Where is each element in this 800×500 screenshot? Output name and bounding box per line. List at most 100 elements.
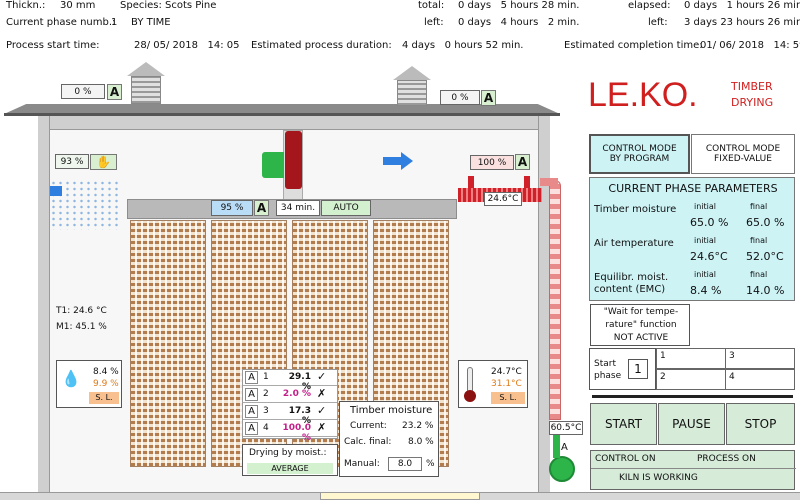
phase-params-title: CURRENT PHASE PARAMETERS (608, 182, 778, 195)
duration-value: 4 days 0 hours 52 min. (402, 40, 524, 51)
phase-params-panel: CURRENT PHASE PARAMETERS Timber moisture… (589, 177, 795, 301)
probe-status-icon: ✓ (317, 370, 327, 383)
status-kiln: KILN IS WORKING (619, 473, 698, 483)
start-phase-input[interactable]: 1 (628, 359, 648, 379)
fan-time-readout: 34 min. (276, 200, 320, 216)
vent-chimney-1 (127, 62, 165, 104)
start-button[interactable]: START (590, 403, 657, 445)
spray-value: 93 % (60, 156, 84, 167)
heater-readout: 100 % (470, 155, 514, 170)
stop-button[interactable]: STOP (726, 403, 795, 445)
wait-line-3: NOT ACTIVE (613, 333, 669, 343)
calc-final-value: 8.0 % (408, 437, 434, 447)
heating-pipe (549, 180, 561, 420)
kiln-ceiling (50, 116, 538, 130)
temp-current: 24.7°C (491, 367, 522, 377)
fan-motor (285, 131, 302, 189)
status-panel: CONTROL ON PROCESS ON KILN IS WORKING (590, 450, 796, 490)
vent2-mode-button[interactable]: A (481, 90, 496, 106)
start-time-value: 28/ 05/ 2018 14: 05 (134, 40, 240, 51)
fan-value: 95 % (220, 203, 244, 213)
bottom-tab-active[interactable] (320, 492, 480, 500)
thickness-value: 30 mm (60, 0, 96, 11)
drying-mode-button[interactable]: AVERAGE (247, 463, 333, 474)
probe-mode-button[interactable]: A (245, 371, 258, 384)
vent-chimney-2 (393, 66, 431, 106)
param-final-label: final (750, 236, 768, 245)
water-drops-icon: 💧 (61, 369, 81, 388)
pump-mode-label: A (561, 442, 568, 453)
pause-button[interactable]: PAUSE (658, 403, 725, 445)
temp-sl-button[interactable]: S. L. (491, 392, 525, 404)
probe-value: 100.0 % (282, 423, 311, 443)
current-value: 23.2 % (402, 421, 434, 431)
param-row: Air temperature initial final 24.6°C 52.… (590, 236, 796, 268)
completion-label: Estimated completion time: (564, 40, 703, 51)
control-mode-fixed-button[interactable]: CONTROL MODE FIXED-VALUE (691, 134, 795, 174)
param-initial-value: 24.6°C (690, 250, 728, 263)
elapsed-value: 0 days 1 hours 26 min. (684, 0, 800, 11)
start-time-label: Process start time: (6, 40, 100, 51)
left-remaining-value: 3 days 23 hours 26 min. (684, 17, 800, 28)
probe-status-icon: ✗ (317, 387, 327, 400)
probe-number: 2 (263, 389, 269, 399)
humidity-setpoint: 9.9 % (93, 379, 119, 389)
control-mode-program-button[interactable]: CONTROL MODE BY PROGRAM (589, 134, 690, 174)
phase-cell-3[interactable]: 3 (725, 348, 795, 369)
param-row: Timber moisture initial final 65.0 % 65.… (590, 202, 796, 234)
vent1-mode-button[interactable]: A (107, 84, 122, 100)
phase-cell-1[interactable]: 1 (656, 348, 726, 369)
heater-mode-button[interactable]: A (515, 154, 530, 170)
param-final-value: 65.0 % (746, 216, 785, 229)
current-label: Current: (350, 421, 387, 431)
humidity-panel: 💧 8.4 % 9.9 % S. L. (56, 360, 122, 408)
param-initial-label: initial (694, 202, 716, 211)
probe-row: A 1 29.1 % ✓ (243, 370, 337, 392)
manual-input[interactable]: 8.0 (388, 457, 422, 471)
kiln-wall-left (38, 116, 50, 496)
duration-label: Estimated process duration: (251, 40, 392, 51)
pump-icon (549, 456, 575, 482)
phase-label: Current phase numb.: (6, 17, 116, 28)
probe-mode-button[interactable]: A (245, 388, 258, 401)
param-final-value: 14.0 % (746, 284, 785, 297)
param-label: Air temperature (594, 238, 674, 249)
probe-status-icon: ✓ (317, 404, 327, 417)
fan-time-value: 34 min. (280, 203, 316, 213)
phase-value: 1 (111, 17, 118, 28)
fan-auto-label: AUTO (333, 203, 359, 213)
vent1-readout: 0 % (61, 84, 105, 99)
fan-auto-button[interactable]: AUTO (321, 200, 371, 216)
fan-mode-button[interactable]: A (254, 200, 269, 216)
wait-line-1: "Wait for tempe- (603, 307, 679, 317)
vent1-value: 0 % (74, 86, 92, 97)
spray-manual-button[interactable]: ✋ (90, 154, 117, 170)
left-value: 0 days 4 hours 2 min. (458, 17, 580, 28)
humidity-current: 8.4 % (93, 367, 119, 377)
probe-status-icon: ✗ (317, 421, 327, 434)
probe-number: 3 (263, 406, 269, 416)
param-initial-value: 65.0 % (690, 216, 729, 229)
param-label: Timber moisture (594, 204, 677, 215)
timber-moisture-panel: Timber moisture Current: 23.2 % Calc. fi… (339, 401, 439, 477)
start-phase-panel: Start phase 1 (589, 348, 656, 390)
humidity-sl-button[interactable]: S. L. (89, 392, 119, 404)
left-remaining-label: left: (648, 17, 668, 28)
species-label: Species: (120, 0, 162, 11)
start-phase-label-1: Start (594, 359, 616, 369)
completion-value: 01/ 06/ 2018 14: 59 (700, 40, 800, 51)
status-process: PROCESS ON (697, 454, 756, 464)
probe-mode-button[interactable]: A (245, 405, 258, 418)
drying-by-label: Drying by moist.: (249, 448, 327, 458)
param-label: Equilibr. moist. content (EMC) (594, 272, 669, 295)
logo-text: LE.KO. (588, 76, 698, 114)
thermometer-bulb-icon (464, 390, 476, 402)
species-value: Scots Pine (165, 0, 217, 11)
probe-row: A 4 100.0 % ✗ (243, 421, 337, 443)
probe-mode-button[interactable]: A (245, 422, 258, 435)
heating-pipe-top (540, 178, 558, 186)
heater-temp-readout: 24.6°C (484, 192, 522, 206)
drying-mode-panel: Drying by moist.: AVERAGE (242, 444, 338, 476)
phase-cell-4[interactable]: 4 (725, 369, 795, 390)
phase-cell-2[interactable]: 2 (656, 369, 726, 390)
